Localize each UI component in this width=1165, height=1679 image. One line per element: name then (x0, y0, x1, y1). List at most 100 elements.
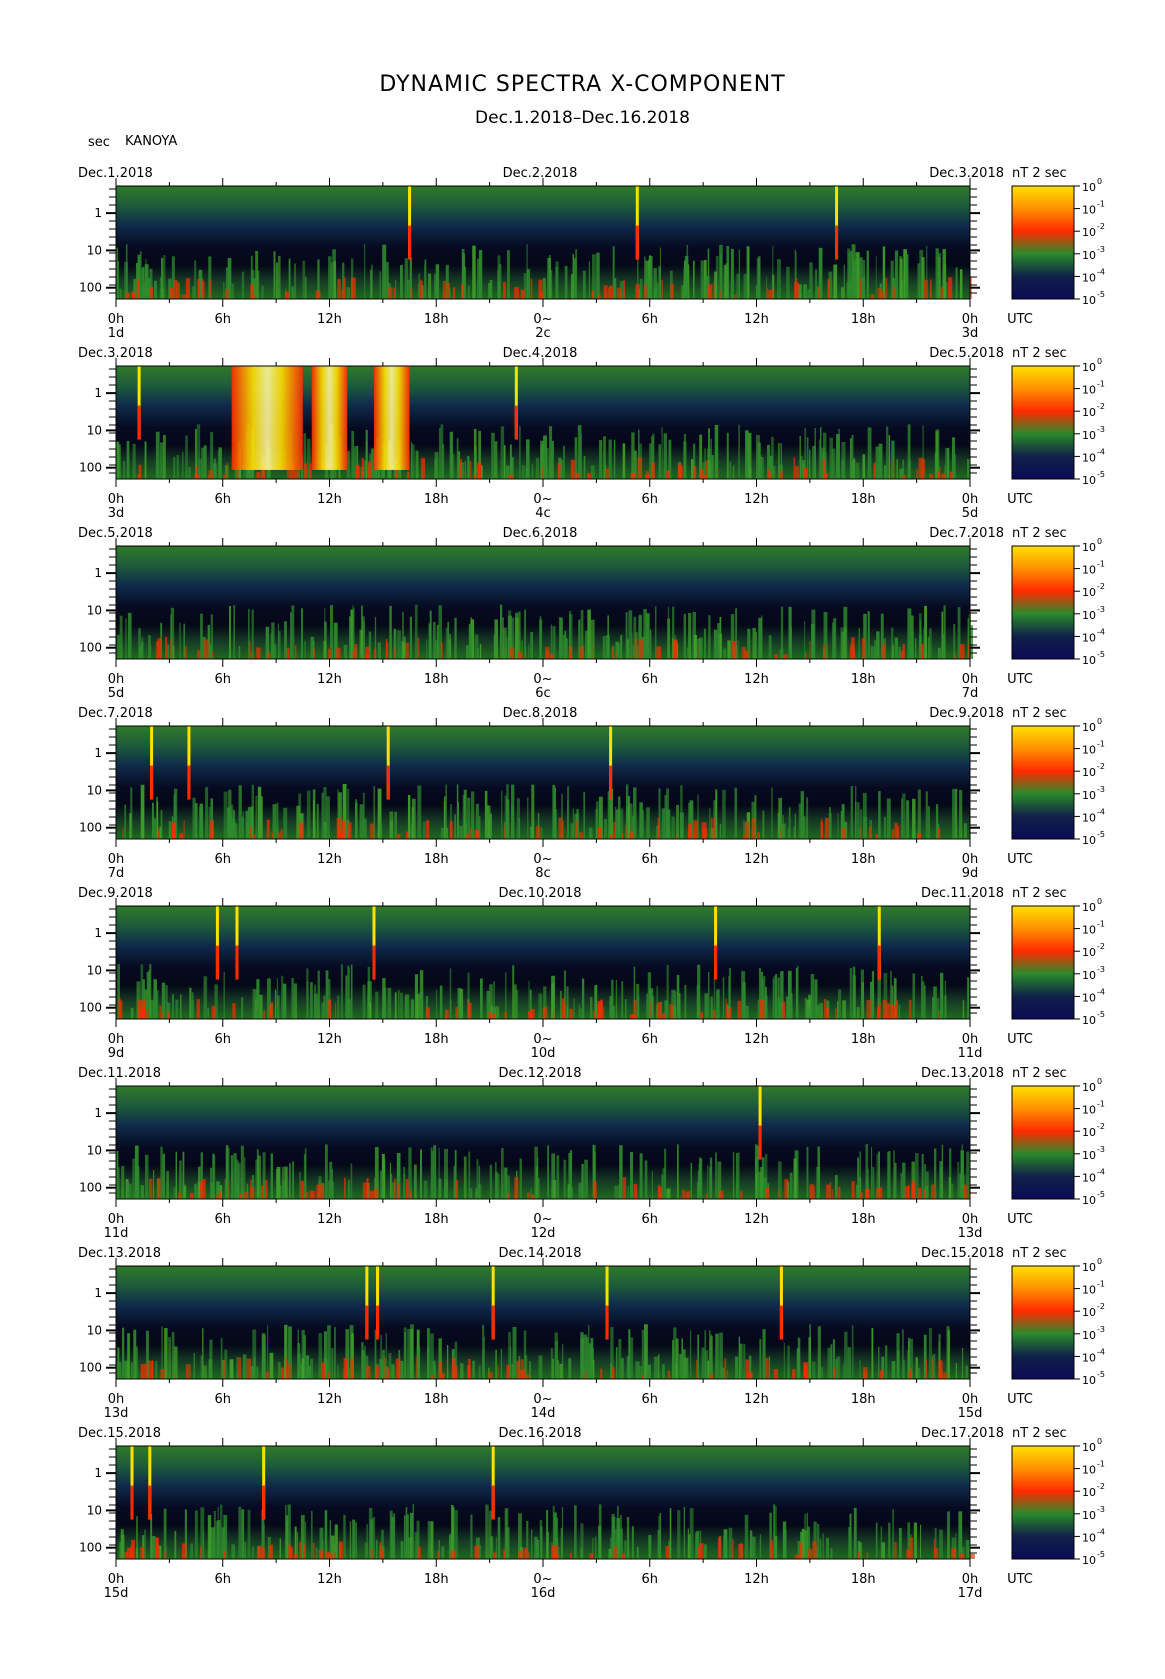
spike-mark-base (262, 1485, 266, 1520)
x-tick-label: 18h (424, 1392, 449, 1407)
utc-label: UTC (1007, 852, 1033, 867)
date-mid-label: Dec.2.2018 (503, 166, 578, 181)
y-tick-label: 10 (87, 1323, 102, 1337)
day-start-label: 5d (108, 686, 125, 701)
spike-mark-base (635, 225, 639, 260)
spectra-figure: Dec.1.2018 Dec.2.2018 Dec.3.2018 nT 2 sec11… (78, 166, 1105, 1601)
x-tick-label: 6h (641, 492, 658, 507)
colorbar-tick-base: 10 (1082, 451, 1096, 464)
spike-mark-base (514, 405, 518, 440)
day-end-label: 7d (962, 686, 979, 701)
x-tick-label: 18h (851, 852, 876, 867)
x-tick-label: 0h (108, 1032, 125, 1047)
colorbar-tick-base: 10 (1082, 1486, 1096, 1499)
x-tick-label: 6h (214, 312, 231, 327)
colorbar-tick-base: 10 (1082, 946, 1096, 959)
colorbar (1011, 545, 1075, 660)
x-tick-label: 0h (962, 672, 979, 687)
x-tick-label: 0h (962, 1392, 979, 1407)
colorbar-tick-exp: 0 (1097, 1077, 1102, 1086)
colorbar-tick-base: 10 (1082, 789, 1096, 802)
colorbar-tick-base: 10 (1082, 969, 1096, 982)
x-tick-label: 0h (962, 852, 979, 867)
colorbar-tick-exp: -4 (1097, 1347, 1105, 1356)
spike-mark-base (714, 945, 718, 980)
colorbar-tick-exp: -5 (1097, 1190, 1105, 1199)
x-tick-label: 0h (108, 312, 125, 327)
x-tick-label: 6h (641, 312, 658, 327)
colorbar-tick-base: 10 (1082, 1374, 1096, 1387)
day-mid-label: 16d (531, 1586, 556, 1601)
x-tick-label: 6h (214, 852, 231, 867)
x-tick-label: 12h (744, 852, 769, 867)
spike-mark-base (150, 765, 154, 800)
day-end-label: 15d (958, 1406, 983, 1421)
colorbar-tick-base: 10 (1082, 1149, 1096, 1162)
spectrogram-panel-2: Dec.3.2018 Dec.4.2018 Dec.5.2018 nT 2 sec 1 1… (78, 346, 1105, 521)
x-tick-label: 0h (962, 1572, 979, 1587)
day-mid-label: 6c (535, 686, 550, 701)
burst-region (311, 366, 348, 470)
colorbar-unit-label: nT 2 sec (1012, 706, 1067, 721)
x-tick-label: 18h (424, 852, 449, 867)
utc-label: UTC (1007, 1572, 1033, 1587)
colorbar (1011, 725, 1075, 840)
colorbar-tick-base: 10 (1082, 1104, 1096, 1117)
day-mid-label: 14d (531, 1406, 556, 1421)
x-tick-label: 12h (317, 492, 342, 507)
spike-mark-base (137, 405, 141, 440)
colorbar-tick-base: 10 (1082, 1126, 1096, 1139)
colorbar (1011, 365, 1075, 480)
y-tick-label: 100 (79, 1181, 102, 1195)
day-mid-label: 12d (531, 1226, 556, 1241)
x-tick-label: 18h (851, 1032, 876, 1047)
colorbar-unit-label: nT 2 sec (1012, 346, 1067, 361)
colorbar-tick-exp: -3 (1097, 425, 1105, 434)
spike-mark-base (187, 765, 191, 800)
x-tick-label: 12h (317, 1032, 342, 1047)
y-tick-label: 10 (87, 783, 102, 797)
date-left-label: Dec.11.2018 (78, 1066, 161, 1081)
y-tick-label: 100 (79, 1001, 102, 1015)
day-end-label: 11d (958, 1046, 983, 1061)
date-left-label: Dec.15.2018 (78, 1426, 161, 1441)
spike-mark-base (130, 1485, 134, 1520)
colorbar-tick-base: 10 (1082, 204, 1096, 217)
spike-mark-base (758, 1125, 762, 1160)
spike-mark-base (365, 1305, 369, 1340)
colorbar-tick-base: 10 (1082, 226, 1096, 239)
x-tick-label: 0h (962, 1032, 979, 1047)
colorbar-tick-exp: -4 (1097, 807, 1105, 816)
colorbar-tick-exp: -4 (1097, 267, 1105, 276)
colorbar-tick-exp: -2 (1097, 942, 1105, 951)
y-tick-label: 10 (87, 603, 102, 617)
x-tick-label: 12h (317, 312, 342, 327)
spike-mark-base (491, 1305, 495, 1340)
spectrogram-panel-5: Dec.9.2018 Dec.10.2018 Dec.11.2018 nT 2 sec… (78, 886, 1105, 1061)
colorbar-tick-exp: -1 (1097, 1460, 1105, 1469)
date-right-label: Dec.17.2018 (921, 1426, 1004, 1441)
date-right-label: Dec.13.2018 (921, 1066, 1004, 1081)
spectrogram-panel-1: Dec.1.2018 Dec.2.2018 Dec.3.2018 nT 2 sec 1 1… (78, 166, 1105, 341)
day-mid-label: 10d (531, 1046, 556, 1061)
day-end-label: 13d (958, 1226, 983, 1241)
date-mid-label: Dec.6.2018 (503, 526, 578, 541)
colorbar-tick-base: 10 (1082, 631, 1096, 644)
x-tick-label: 0~ (533, 672, 552, 687)
colorbar (1011, 185, 1075, 300)
colorbar-tick-exp: -5 (1097, 1550, 1105, 1559)
x-tick-label: 6h (641, 672, 658, 687)
colorbar-tick-exp: 0 (1097, 1437, 1102, 1446)
x-tick-label: 12h (744, 1212, 769, 1227)
spike-mark-base (408, 225, 412, 260)
x-tick-label: 0~ (533, 1212, 552, 1227)
colorbar-tick-base: 10 (1082, 384, 1096, 397)
y-tick-label: 100 (79, 641, 102, 655)
colorbar-tick-exp: -1 (1097, 740, 1105, 749)
y-tick-label: 1 (94, 746, 102, 760)
day-end-label: 3d (962, 326, 979, 341)
x-tick-label: 0~ (533, 852, 552, 867)
spectrogram-panel-4: Dec.7.2018 Dec.8.2018 Dec.9.2018 nT 2 sec 1 1… (78, 706, 1105, 881)
y-tick-label: 100 (79, 1541, 102, 1555)
colorbar-tick-base: 10 (1082, 766, 1096, 779)
